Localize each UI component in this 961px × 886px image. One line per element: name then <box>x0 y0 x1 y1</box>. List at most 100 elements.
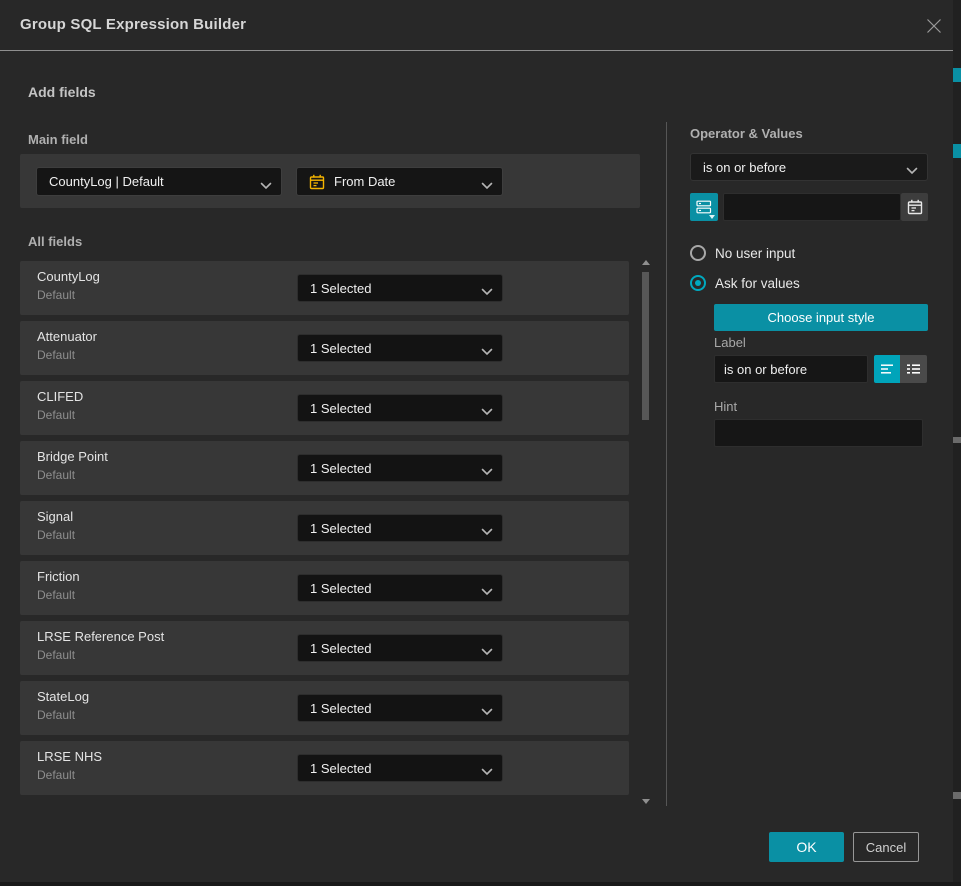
field-selection-dropdown[interactable]: 1 Selected <box>297 274 503 302</box>
field-type: Default <box>37 588 75 602</box>
field-row: Signal Default 1 Selected <box>20 501 629 555</box>
layer-dropdown-value: CountyLog | Default <box>49 174 164 189</box>
single-line-input-style-button[interactable] <box>874 355 900 383</box>
selection-count: 1 Selected <box>310 401 371 416</box>
all-fields-heading: All fields <box>28 234 82 249</box>
field-name: StateLog <box>37 689 89 704</box>
field-name: LRSE Reference Post <box>37 629 164 644</box>
background-accent-mark <box>953 144 961 158</box>
scrollbar-thumb[interactable] <box>642 272 649 420</box>
chevron-down-icon <box>481 644 493 659</box>
chevron-down-icon <box>481 704 493 719</box>
field-name: Bridge Point <box>37 449 108 464</box>
selection-count: 1 Selected <box>310 761 371 776</box>
dialog-title: Group SQL Expression Builder <box>20 16 246 33</box>
operator-values-heading: Operator & Values <box>690 126 803 141</box>
background-accent-mark <box>953 68 961 82</box>
field-row: LRSE Reference Post Default 1 Selected <box>20 621 629 675</box>
cancel-button[interactable]: Cancel <box>853 832 919 862</box>
scroll-up-icon[interactable] <box>642 260 650 265</box>
field-type: Default <box>37 348 75 362</box>
mini-caret-icon <box>709 215 715 219</box>
field-type: Default <box>37 408 75 422</box>
chevron-down-icon <box>481 524 493 539</box>
operator-values-panel: Operator & Values is on or before No use… <box>690 0 928 800</box>
chevron-down-icon <box>481 178 493 193</box>
chevron-down-icon <box>481 344 493 359</box>
list-input-style-button[interactable] <box>900 355 927 383</box>
all-fields-list: CountyLog Default 1 Selected Attenuator … <box>20 261 629 801</box>
background-accent-mark <box>953 792 961 799</box>
main-field-heading: Main field <box>28 132 88 147</box>
main-field-panel: CountyLog | Default From Date <box>20 154 640 208</box>
field-selection-dropdown[interactable]: 1 Selected <box>297 454 503 482</box>
scroll-down-icon[interactable] <box>642 799 650 804</box>
radio-label: Ask for values <box>715 276 800 291</box>
field-dropdown[interactable]: From Date <box>296 167 503 196</box>
field-selection-dropdown[interactable]: 1 Selected <box>297 694 503 722</box>
hint-input[interactable] <box>714 419 923 447</box>
field-selection-dropdown[interactable]: 1 Selected <box>297 394 503 422</box>
field-type: Default <box>37 288 75 302</box>
selection-count: 1 Selected <box>310 641 371 656</box>
chevron-down-icon <box>260 178 272 193</box>
group-sql-expression-builder-dialog: Group SQL Expression Builder Add fields … <box>0 0 953 886</box>
operator-dropdown[interactable]: is on or before <box>690 153 928 181</box>
field-row: CLIFED Default 1 Selected <box>20 381 629 435</box>
field-name: LRSE NHS <box>37 749 102 764</box>
chevron-down-icon <box>481 584 493 599</box>
add-fields-heading: Add fields <box>28 84 96 100</box>
background-bottom-edge <box>0 882 961 886</box>
field-row: CountyLog Default 1 Selected <box>20 261 629 315</box>
panel-divider <box>666 122 667 806</box>
field-dropdown-value: From Date <box>334 174 395 189</box>
radio-ask-for-values[interactable]: Ask for values <box>690 275 800 291</box>
selection-count: 1 Selected <box>310 701 371 716</box>
date-value-input[interactable] <box>723 193 901 221</box>
field-selection-dropdown[interactable]: 1 Selected <box>297 514 503 542</box>
selection-count: 1 Selected <box>310 581 371 596</box>
chevron-down-icon <box>481 464 493 479</box>
background-accent-mark <box>953 437 961 443</box>
field-selection-dropdown[interactable]: 1 Selected <box>297 334 503 362</box>
layer-dropdown[interactable]: CountyLog | Default <box>36 167 282 196</box>
field-type: Default <box>37 648 75 662</box>
radio-no-user-input[interactable]: No user input <box>690 245 795 261</box>
selection-count: 1 Selected <box>310 281 371 296</box>
field-name: Signal <box>37 509 73 524</box>
choose-input-style-button[interactable]: Choose input style <box>714 304 928 331</box>
chevron-down-icon <box>481 764 493 779</box>
ok-button[interactable]: OK <box>769 832 844 862</box>
selection-count: 1 Selected <box>310 461 371 476</box>
chevron-down-icon <box>481 404 493 419</box>
list-scrollbar[interactable] <box>641 258 651 806</box>
field-row: Bridge Point Default 1 Selected <box>20 441 629 495</box>
field-type: Default <box>37 708 75 722</box>
label-input[interactable] <box>714 355 868 383</box>
calendar-date-icon <box>309 174 325 190</box>
radio-circle-icon <box>690 275 706 291</box>
operator-value: is on or before <box>703 160 786 175</box>
field-name: CountyLog <box>37 269 100 284</box>
chevron-down-icon <box>906 163 918 178</box>
field-selection-dropdown[interactable]: 1 Selected <box>297 634 503 662</box>
field-selection-dropdown[interactable]: 1 Selected <box>297 574 503 602</box>
field-row: LRSE NHS Default 1 Selected <box>20 741 629 795</box>
field-name: CLIFED <box>37 389 83 404</box>
value-source-button[interactable] <box>690 193 718 221</box>
selection-count: 1 Selected <box>310 521 371 536</box>
field-name: Attenuator <box>37 329 97 344</box>
selection-count: 1 Selected <box>310 341 371 356</box>
radio-label: No user input <box>715 246 795 261</box>
background-app-edge <box>953 0 961 886</box>
field-row: StateLog Default 1 Selected <box>20 681 629 735</box>
label-caption: Label <box>714 335 746 350</box>
field-type: Default <box>37 768 75 782</box>
hint-caption: Hint <box>714 399 737 414</box>
field-selection-dropdown[interactable]: 1 Selected <box>297 754 503 782</box>
field-name: Friction <box>37 569 80 584</box>
chevron-down-icon <box>481 284 493 299</box>
calendar-picker-button[interactable] <box>901 193 928 221</box>
field-row: Attenuator Default 1 Selected <box>20 321 629 375</box>
radio-circle-icon <box>690 245 706 261</box>
